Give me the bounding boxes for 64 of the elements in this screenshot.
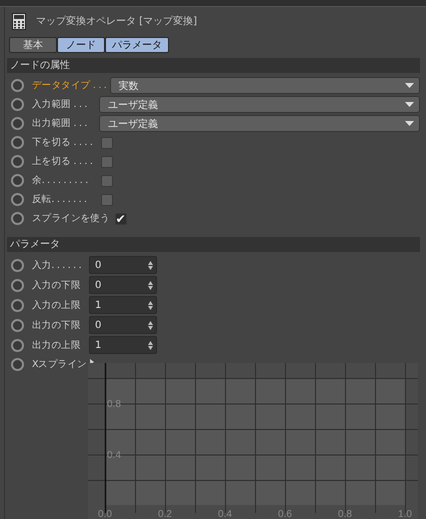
number-field[interactable]: 1	[89, 336, 157, 354]
animation-radio-icon[interactable]	[11, 174, 24, 187]
field-label: Xスプライン	[32, 358, 87, 371]
tab[interactable]: ノード	[57, 37, 105, 53]
animation-radio-icon[interactable]	[11, 338, 24, 352]
field-label: 入力の下限	[32, 278, 82, 292]
axis-tick-label: 0.4	[107, 450, 121, 461]
field-label: 反転. . . . . . .	[32, 193, 88, 206]
dropdown-arrow-icon	[405, 102, 414, 107]
field-label: 下を切る . . . .	[32, 136, 94, 149]
number-field[interactable]: 0	[89, 316, 157, 334]
checkbox[interactable]	[101, 194, 113, 206]
section-header: パラメータ	[7, 237, 420, 252]
dropdown[interactable]: ユーザ定義	[99, 115, 420, 132]
panel-title: マップ変換オペレータ [マップ変換]	[36, 14, 197, 28]
axis-tick-label: 0.2	[158, 509, 172, 519]
axis-tick-label: 0.4	[218, 509, 232, 519]
dropdown-arrow-icon	[405, 121, 414, 126]
animation-radio-icon[interactable]	[11, 136, 24, 149]
axis-tick-label: 0.0	[98, 509, 112, 519]
animation-radio-icon[interactable]	[11, 193, 24, 206]
animation-radio-icon[interactable]	[11, 278, 24, 292]
dropdown-arrow-icon	[405, 83, 414, 88]
animation-radio-icon[interactable]	[11, 258, 24, 272]
field-label: スプラインを使う	[32, 212, 110, 225]
animation-radio-icon[interactable]	[11, 117, 24, 130]
section-header: ノードの属性	[7, 58, 420, 73]
animation-radio-icon[interactable]	[11, 155, 24, 168]
calculator-icon	[12, 12, 26, 30]
axis-tick-label: 0.6	[278, 509, 292, 519]
checkbox[interactable]: ✔	[114, 212, 127, 224]
field-label: 上を切る . . . .	[32, 155, 94, 168]
tab[interactable]: 基本	[9, 37, 57, 53]
tab[interactable]: パラメータ	[105, 37, 169, 53]
checkbox[interactable]	[101, 136, 113, 148]
field-label: 入力. . . . . .	[32, 258, 82, 272]
spinner-arrows-icon[interactable]	[148, 340, 153, 350]
spinner-arrows-icon[interactable]	[148, 280, 153, 290]
field-label: 入力範囲 . . .	[32, 98, 88, 111]
field-label: 出力範囲 . . .	[32, 117, 88, 130]
dropdown[interactable]: ユーザ定義	[99, 96, 420, 113]
field-label: 出力の上限	[32, 338, 82, 352]
checkbox[interactable]	[101, 156, 113, 168]
number-field[interactable]: 0	[89, 256, 157, 274]
field-label: 余. . . . . . . . .	[32, 174, 89, 187]
dropdown[interactable]: 実数	[110, 77, 420, 94]
axis-tick-label: 0.8	[107, 399, 121, 410]
animation-radio-icon[interactable]	[11, 79, 24, 92]
animation-radio-icon[interactable]	[11, 318, 24, 332]
animation-radio-icon[interactable]	[11, 358, 24, 371]
field-label: データタイプ . . .	[32, 79, 107, 92]
spinner-arrows-icon[interactable]	[148, 300, 153, 310]
axis-tick-label: 1.0	[398, 509, 412, 519]
field-label: 出力の下限	[32, 318, 82, 332]
spinner-arrows-icon[interactable]	[148, 260, 153, 270]
field-label: 入力の上限	[32, 298, 82, 312]
animation-radio-icon[interactable]	[11, 298, 24, 312]
number-field[interactable]: 0	[89, 276, 157, 294]
animation-radio-icon[interactable]	[11, 212, 24, 225]
number-field[interactable]: 1	[89, 296, 157, 314]
axis-tick-label: 0.8	[338, 509, 352, 519]
checkbox[interactable]	[101, 174, 113, 186]
spinner-arrows-icon[interactable]	[148, 320, 153, 330]
animation-radio-icon[interactable]	[11, 98, 24, 111]
